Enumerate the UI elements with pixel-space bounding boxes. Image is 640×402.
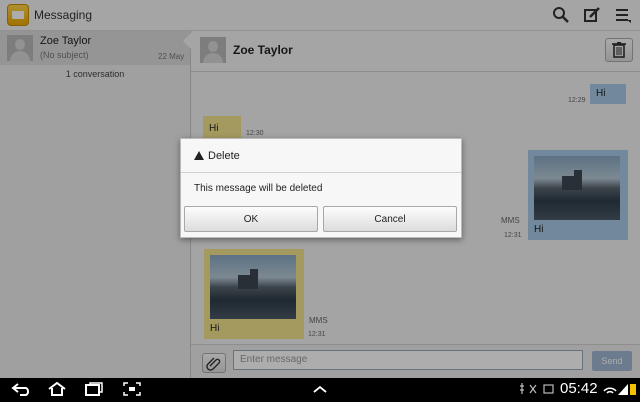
back-icon[interactable] (10, 381, 34, 397)
dialog-message: This message will be deleted (194, 183, 323, 194)
messaging-screen: Messaging Zoe Taylor (No subject) 22 May… (0, 0, 640, 379)
divider (181, 172, 461, 173)
system-bar: 05:42 (0, 378, 640, 400)
warning-icon (194, 151, 204, 160)
ok-button[interactable]: OK (184, 206, 318, 232)
dialog-title: Delete (194, 150, 240, 162)
delete-dialog: Delete This message will be deleted OK C… (180, 138, 462, 238)
dialog-title-text: Delete (208, 150, 240, 162)
screenshot-icon[interactable] (122, 381, 142, 397)
home-icon[interactable] (46, 381, 68, 397)
status-clock: 05:42 (560, 380, 598, 397)
notification-icons (518, 381, 558, 397)
chevron-up-icon[interactable] (310, 381, 330, 397)
recent-apps-icon[interactable] (84, 381, 104, 397)
cancel-button[interactable]: Cancel (323, 206, 457, 232)
status-icons (602, 381, 638, 397)
